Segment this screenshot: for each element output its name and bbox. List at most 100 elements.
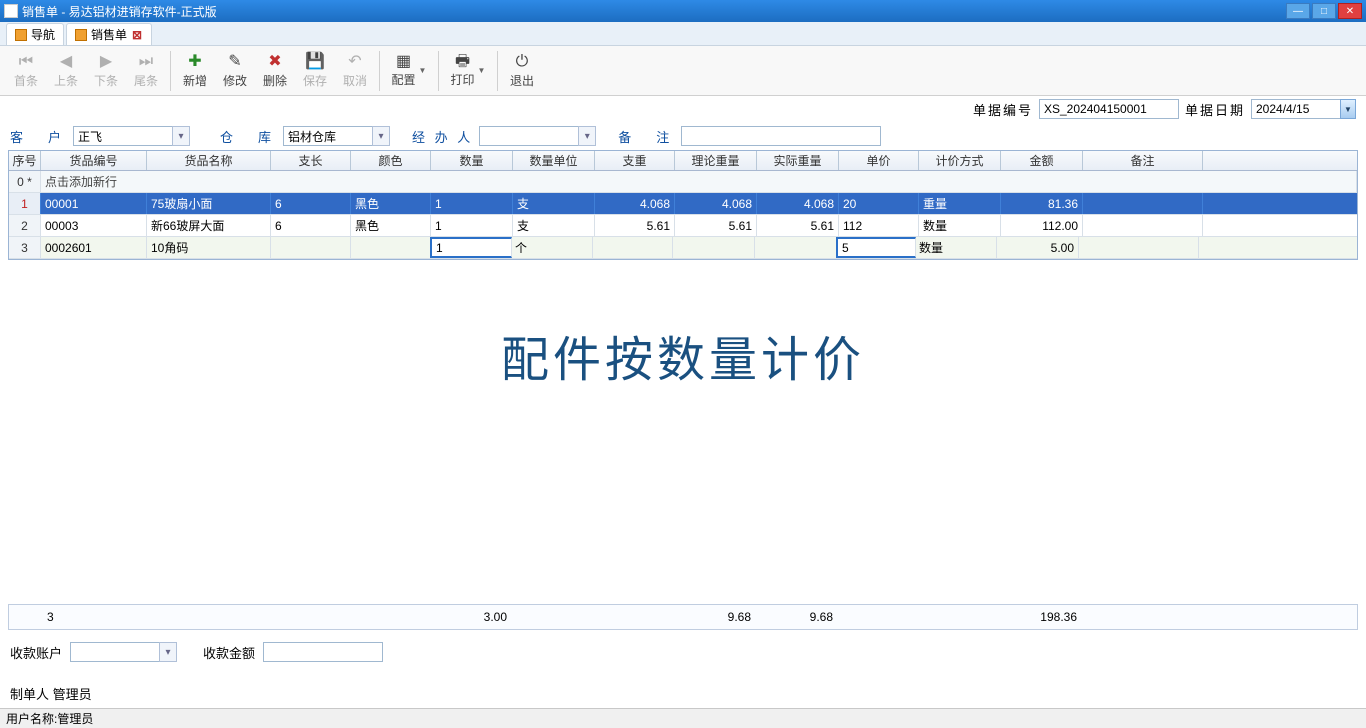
cell-pm[interactable]: 重量 [919, 193, 1001, 214]
col-idx[interactable]: 序号 [9, 151, 41, 170]
tab-navigation[interactable]: 导航 [6, 23, 64, 45]
exit-button[interactable]: ⏻退出 [502, 48, 542, 94]
cell-name[interactable]: 新66玻屏大面 [147, 215, 271, 236]
cell-name[interactable]: 10角码 [147, 237, 271, 258]
table-row[interactable]: 1 00001 75玻扇小面 6 黑色 1 支 4.068 4.068 4.06… [9, 193, 1357, 215]
status-user-label: 用户名称: [6, 710, 57, 727]
cell-uw[interactable] [593, 237, 673, 258]
add-icon: ✚ [188, 53, 201, 71]
separator [438, 51, 439, 91]
col-qty[interactable]: 数量 [431, 151, 513, 170]
cancel-button[interactable]: ↶取消 [335, 48, 375, 94]
close-button[interactable]: ✕ [1338, 3, 1362, 19]
tab-strip: 导航 销售单 ⊠ [0, 22, 1366, 46]
handler-field[interactable] [479, 126, 579, 146]
cell-uw[interactable]: 5.61 [595, 215, 675, 236]
next-button[interactable]: ▶下条 [86, 48, 126, 94]
col-code[interactable]: 货品编号 [41, 151, 147, 170]
cell-qty[interactable]: 1 [431, 215, 513, 236]
table-row[interactable]: 3 0002601 10角码 1 个 5 数量 5.00 [9, 237, 1357, 259]
remark-label: 备 注 [618, 127, 675, 146]
cell-tw[interactable] [673, 237, 755, 258]
col-amt[interactable]: 金额 [1001, 151, 1083, 170]
doc-no-field[interactable] [1039, 99, 1179, 119]
cell-code[interactable]: 00003 [41, 215, 147, 236]
window-title: 销售单 - 易达铝材进销存软件-正式版 [22, 3, 1286, 20]
cell-amt[interactable]: 81.36 [1001, 193, 1083, 214]
col-uw[interactable]: 支重 [595, 151, 675, 170]
tab-close-icon[interactable]: ⊠ [131, 29, 143, 41]
cell-color[interactable]: 黑色 [351, 193, 431, 214]
config-icon: ▦ [396, 53, 411, 71]
prev-button[interactable]: ◀上条 [46, 48, 86, 94]
cell-rem[interactable] [1083, 193, 1203, 214]
totals-row: 3 3.00 9.68 9.68 198.36 [8, 604, 1358, 630]
col-name[interactable]: 货品名称 [147, 151, 271, 170]
cell-qty[interactable]: 1 [431, 193, 513, 214]
col-color[interactable]: 颜色 [351, 151, 431, 170]
doc-date-field[interactable] [1251, 99, 1341, 119]
tab-sales-order[interactable]: 销售单 ⊠ [66, 23, 152, 45]
col-price[interactable]: 单价 [839, 151, 919, 170]
cell-amt[interactable]: 5.00 [997, 237, 1079, 258]
pay-amount-field[interactable] [263, 642, 383, 662]
col-rem[interactable]: 备注 [1083, 151, 1203, 170]
date-dropdown-button[interactable]: ▼ [1340, 99, 1356, 119]
total-aw: 9.68 [757, 605, 839, 629]
col-pm[interactable]: 计价方式 [919, 151, 1001, 170]
customer-field[interactable] [73, 126, 173, 146]
minimize-button[interactable]: — [1286, 3, 1310, 19]
last-button[interactable]: ⏭尾条 [126, 48, 166, 94]
warehouse-field[interactable] [283, 126, 373, 146]
table-row[interactable]: 2 00003 新66玻屏大面 6 黑色 1 支 5.61 5.61 5.61 … [9, 215, 1357, 237]
cell-price[interactable]: 20 [839, 193, 919, 214]
pay-account-dropdown[interactable]: ▾ [159, 642, 177, 662]
cell-price-editing[interactable]: 5 [836, 237, 916, 258]
cell-aw[interactable]: 5.61 [757, 215, 839, 236]
cell-name[interactable]: 75玻扇小面 [147, 193, 271, 214]
cell-aw[interactable] [755, 237, 837, 258]
add-button[interactable]: ✚新增 [175, 48, 215, 94]
customer-dropdown-button[interactable]: ▾ [172, 126, 190, 146]
config-button[interactable]: ▦配置▼ [384, 48, 434, 94]
first-button[interactable]: ⏮首条 [6, 48, 46, 94]
maximize-button[interactable]: □ [1312, 3, 1336, 19]
cell-rem[interactable] [1083, 215, 1203, 236]
save-button[interactable]: 💾保存 [295, 48, 335, 94]
tab-icon [75, 29, 87, 41]
cell-code[interactable]: 0002601 [41, 237, 147, 258]
cell-uw[interactable]: 4.068 [595, 193, 675, 214]
edit-button[interactable]: ✎修改 [215, 48, 255, 94]
cell-code[interactable]: 00001 [41, 193, 147, 214]
cell-qty-editing[interactable]: 1 [430, 237, 512, 258]
handler-dropdown-button[interactable]: ▾ [578, 126, 596, 146]
pay-account-label: 收款账户 [10, 643, 62, 662]
cell-price[interactable]: 112 [839, 215, 919, 236]
print-button[interactable]: 🖶打印▼ [443, 48, 493, 94]
col-len[interactable]: 支长 [271, 151, 351, 170]
cell-tw[interactable]: 4.068 [675, 193, 757, 214]
cell-pm[interactable]: 数量 [915, 237, 997, 258]
col-tw[interactable]: 理论重量 [675, 151, 757, 170]
cell-len[interactable] [271, 237, 351, 258]
cell-amt[interactable]: 112.00 [1001, 215, 1083, 236]
cell-pm[interactable]: 数量 [919, 215, 1001, 236]
cell-unit[interactable]: 支 [513, 215, 595, 236]
cell-rem[interactable] [1079, 237, 1199, 258]
cell-unit[interactable]: 个 [511, 237, 593, 258]
cell-len[interactable]: 6 [271, 193, 351, 214]
cell-color[interactable] [351, 237, 431, 258]
col-aw[interactable]: 实际重量 [757, 151, 839, 170]
cell-unit[interactable]: 支 [513, 193, 595, 214]
cell-color[interactable]: 黑色 [351, 215, 431, 236]
cell-len[interactable]: 6 [271, 215, 351, 236]
remark-field[interactable] [681, 126, 881, 146]
pay-account-field[interactable] [70, 642, 160, 662]
col-unit[interactable]: 数量单位 [513, 151, 595, 170]
grid-body: 0 * 点击添加新行 1 00001 75玻扇小面 6 黑色 1 支 4.068… [9, 171, 1357, 259]
delete-button[interactable]: ✖删除 [255, 48, 295, 94]
cell-aw[interactable]: 4.068 [757, 193, 839, 214]
warehouse-dropdown-button[interactable]: ▾ [372, 126, 390, 146]
cell-tw[interactable]: 5.61 [675, 215, 757, 236]
add-row[interactable]: 0 * 点击添加新行 [9, 171, 1357, 193]
